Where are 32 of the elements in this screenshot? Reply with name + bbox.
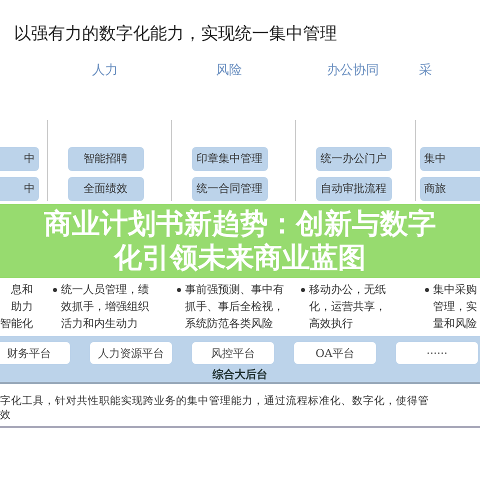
platform-tag: 财务平台 xyxy=(0,342,70,364)
platform-tag: 风控平台 xyxy=(192,342,274,364)
slide-title: 以强有力的数字化能力，实现统一集中管理 xyxy=(14,24,337,44)
feature-tag: 统一合同管理 xyxy=(192,177,268,201)
column-heading: 风险 xyxy=(216,62,242,79)
column-heading: 采 xyxy=(419,62,432,79)
feature-tag: 中 xyxy=(0,147,39,171)
bullet-text: 移动办公，无纸 化，运营共享， 高效执行 xyxy=(309,282,386,332)
feature-tag: 全面绩效 xyxy=(68,177,144,201)
feature-tag: 智能招聘 xyxy=(68,147,144,171)
platform-tag: 人力资源平台 xyxy=(90,342,172,364)
bullet-icon xyxy=(425,288,429,292)
bullet-icon xyxy=(53,288,57,292)
bullet-text: 息和 助力 智能化 xyxy=(0,282,33,332)
bullet-icon xyxy=(177,288,181,292)
feature-tag: 自动审批流程 xyxy=(316,177,392,201)
platform-tag: OA平台 xyxy=(294,342,376,364)
bullet-text: 事前强预测、事中有 抓手、事后全检视， 系统防范各类风险 xyxy=(185,282,284,332)
column-heading: 办公协同 xyxy=(327,62,379,79)
feature-tag: 印章集中管理 xyxy=(192,147,268,171)
platform-label: 综合大后台 xyxy=(212,367,268,382)
bullet-text: 集中采购 管理，实 量和风险 xyxy=(433,282,477,332)
feature-tag: 集中 xyxy=(420,147,480,171)
platform-tag: ······ xyxy=(396,342,478,364)
column-heading: 人力 xyxy=(92,62,118,79)
feature-tag: 商旅 xyxy=(420,177,480,201)
feature-tag: 中 xyxy=(0,177,39,201)
bullet-icon xyxy=(301,288,305,292)
banner-headline: 商业计划书新趋势：创新与数字化引领未来商业蓝图 xyxy=(43,207,437,275)
feature-tag: 统一办公门户 xyxy=(316,147,392,171)
bullet-text: 统一人员管理，绩 效抓手，增强组织 活力和内生动力 xyxy=(61,282,149,332)
description-text: 字化工具，针对共性职能实现跨业务的集中管理能力，通过流程标准化、数字化，使得管 效 xyxy=(0,390,480,428)
